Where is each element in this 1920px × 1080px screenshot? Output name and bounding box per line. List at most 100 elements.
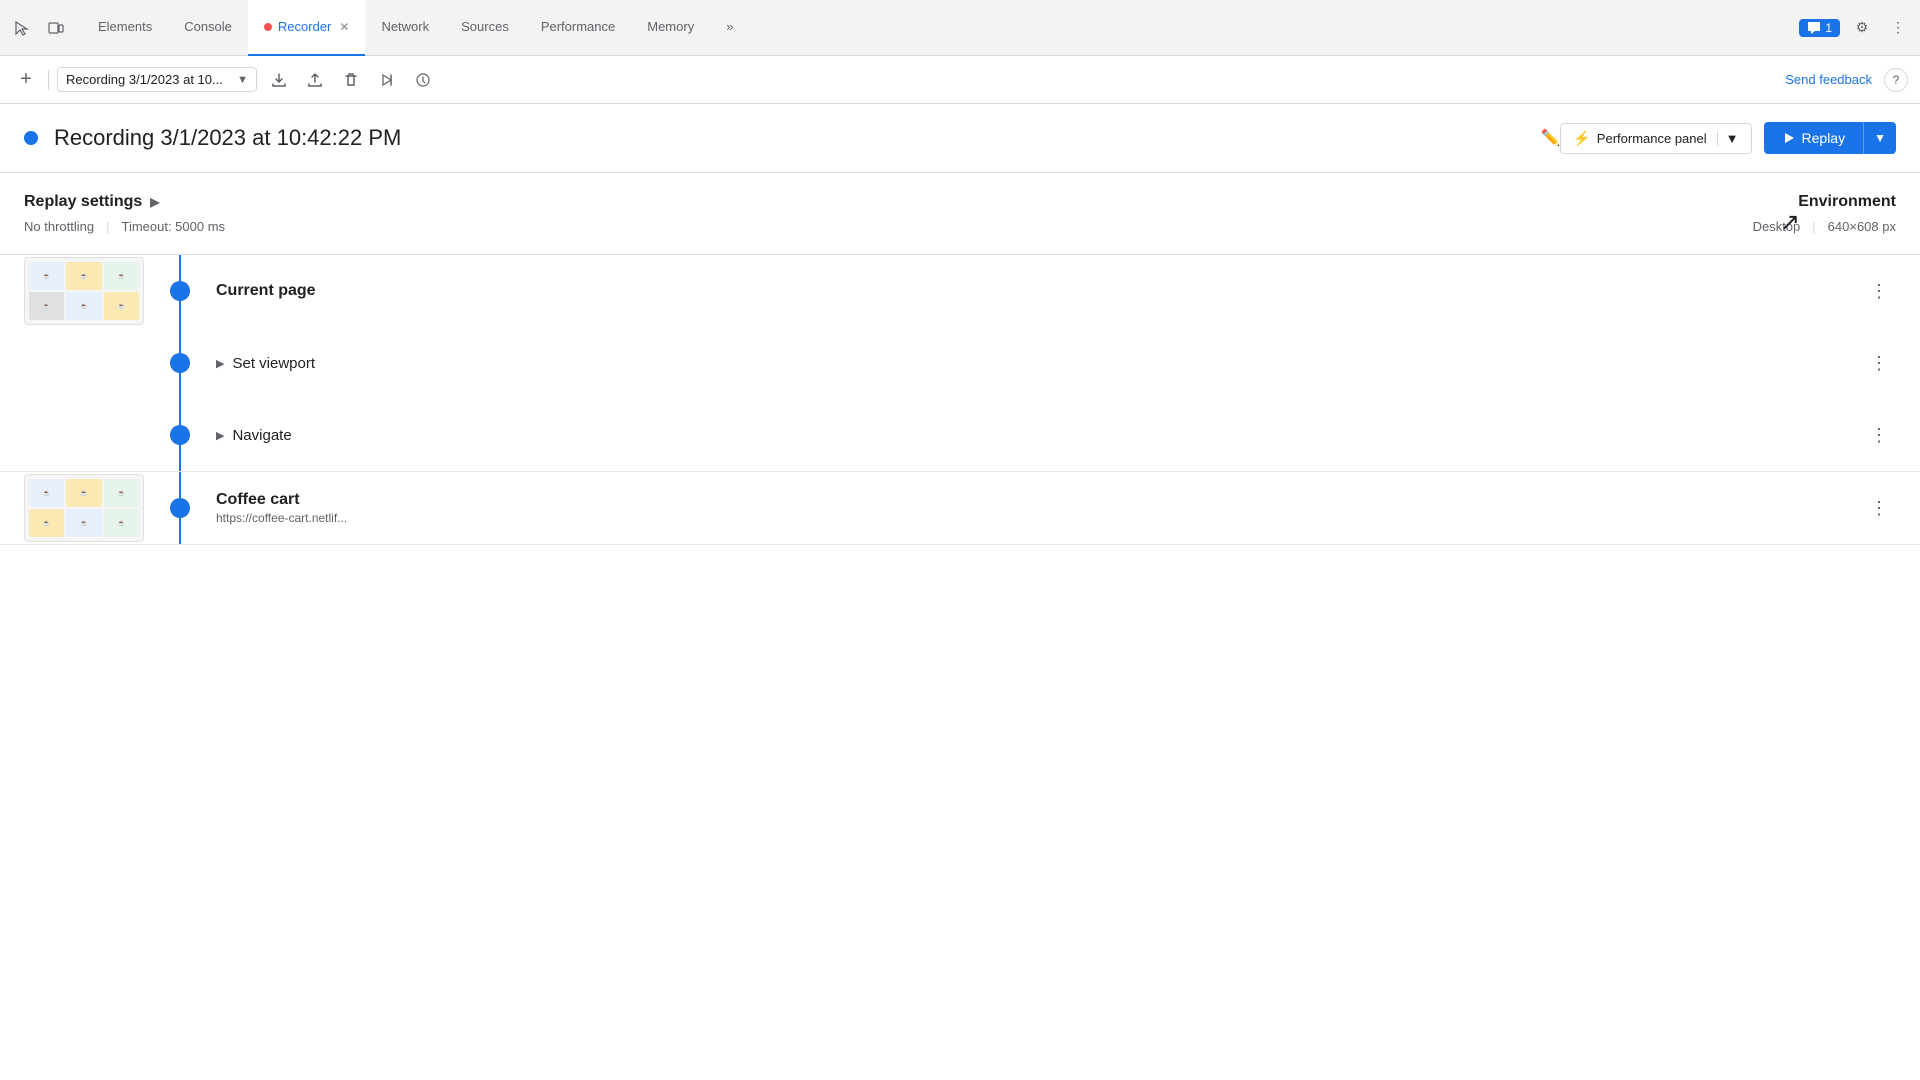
- step-line-bottom: [179, 301, 181, 327]
- step-expand-icon-set-viewport: ▶: [216, 357, 224, 370]
- replay-settings-right: Environment Desktop | 640×608 px: [1753, 193, 1896, 234]
- steps-area: ☕ ☕ ☕ ☕ ☕ ☕ Current page ⋮: [0, 255, 1920, 979]
- step-group-menu-current-page[interactable]: ⋮: [1862, 277, 1896, 306]
- replay-main-btn[interactable]: Replay: [1764, 122, 1864, 154]
- step-expand-icon-navigate: ▶: [216, 429, 224, 442]
- new-recording-btn[interactable]: +: [12, 66, 40, 94]
- tab-memory[interactable]: Memory: [631, 0, 710, 56]
- play-btn[interactable]: [373, 66, 401, 94]
- more-options-btn[interactable]: ⋮: [1884, 14, 1912, 42]
- settings-gear-btn[interactable]: ⚙: [1848, 14, 1876, 42]
- thumb-cell: ☕: [66, 262, 101, 290]
- thumb-cell: ☕: [104, 509, 139, 537]
- resolution-value: 640×608 px: [1828, 219, 1896, 234]
- send-feedback-link[interactable]: Send feedback: [1785, 72, 1872, 87]
- performance-panel-chevron-icon: ▼: [1717, 131, 1739, 146]
- step-dot-set-viewport: [170, 353, 190, 373]
- replay-settings-left: Replay settings ▶ No throttling | Timeou…: [24, 193, 225, 234]
- throttling-value: No throttling: [24, 219, 94, 234]
- device-toggle-btn[interactable]: [42, 14, 70, 42]
- tab-more[interactable]: »: [710, 0, 749, 56]
- step-group-info-coffee-cart: Coffee cart https://coffee-cart.netlif..…: [216, 491, 1862, 525]
- env-divider: |: [1812, 219, 1815, 234]
- performance-panel-icon: ⚡: [1573, 130, 1590, 147]
- thumb-cell: ☕: [104, 262, 139, 290]
- toolbar-right: Send feedback ?: [1785, 68, 1908, 92]
- thumb-cell: ☕: [29, 262, 64, 290]
- step-dot-current-page: [170, 281, 190, 301]
- recording-selector[interactable]: Recording 3/1/2023 at 10... ▼: [57, 67, 257, 92]
- performance-panel-btn[interactable]: ⚡ Performance panel ▼: [1560, 123, 1751, 154]
- step-dot-coffee-cart: [170, 498, 190, 518]
- thumb-cell: ☕: [66, 292, 101, 320]
- tab-console[interactable]: Console: [168, 0, 248, 56]
- environment-details: Desktop | 640×608 px: [1753, 219, 1896, 234]
- step-line-bottom: [179, 518, 181, 544]
- replay-settings-title[interactable]: Replay settings ▶: [24, 193, 225, 211]
- step-group-title-current-page: Current page: [216, 282, 1862, 300]
- tab-close-btn[interactable]: ✕: [339, 20, 349, 34]
- edit-title-icon[interactable]: ✏️: [1540, 128, 1560, 148]
- step-connector-navigate: [160, 399, 200, 471]
- step-item-set-viewport: ▶ Set viewport ⋮: [0, 327, 1920, 399]
- environment-title: Environment: [1753, 193, 1896, 211]
- import-btn[interactable]: [301, 66, 329, 94]
- replay-btn-group: Replay ▼: [1764, 122, 1896, 154]
- step-connector-coffee-cart: [160, 472, 200, 544]
- replay-settings-details: No throttling | Timeout: 5000 ms: [24, 219, 225, 234]
- device-value: Desktop: [1753, 219, 1801, 234]
- thumb-cell: ☕: [104, 292, 139, 320]
- tab-sources[interactable]: Sources: [445, 0, 525, 56]
- step-item-navigate: ▶ Navigate ⋮: [0, 399, 1920, 471]
- tab-bar: Elements Console Recorder ✕ Network Sour…: [0, 0, 1920, 56]
- cursor-icon-btn[interactable]: [8, 14, 36, 42]
- replay-settings-expand-icon: ▶: [150, 195, 159, 209]
- export-btn[interactable]: [265, 66, 293, 94]
- thumb-cell: ☕: [29, 479, 64, 507]
- recording-header: Recording 3/1/2023 at 10:42:22 PM ✏️ ⚡ P…: [0, 104, 1920, 173]
- thumb-cell: ☕: [29, 292, 64, 320]
- step-connector-set-viewport: [160, 327, 200, 399]
- step-line-bottom: [179, 373, 181, 399]
- step-connector-current-page: [160, 255, 200, 327]
- tab-recorder[interactable]: Recorder ✕: [248, 0, 366, 56]
- slow-replay-btn[interactable]: [409, 66, 437, 94]
- comment-badge-btn[interactable]: 1: [1799, 19, 1840, 37]
- thumb-cell: ☕: [66, 509, 101, 537]
- tab-network[interactable]: Network: [365, 0, 445, 56]
- settings-divider: |: [106, 219, 109, 234]
- step-menu-set-viewport[interactable]: ⋮: [1862, 349, 1896, 378]
- step-title-navigate[interactable]: ▶ Navigate: [216, 427, 1862, 444]
- replay-settings-section: Replay settings ▶ No throttling | Timeou…: [0, 173, 1920, 255]
- tab-bar-icons: [8, 14, 70, 42]
- thumb-cell: ☕: [66, 479, 101, 507]
- thumb-cell: ☕: [104, 479, 139, 507]
- recording-header-actions: ⚡ Performance panel ▼ Replay ▼: [1560, 122, 1896, 154]
- step-line-top: [179, 472, 181, 498]
- help-btn[interactable]: ?: [1884, 68, 1908, 92]
- step-line-top: [179, 327, 181, 353]
- step-menu-navigate[interactable]: ⋮: [1862, 421, 1896, 450]
- step-group-subtitle-coffee-cart: https://coffee-cart.netlif...: [216, 511, 1862, 525]
- toolbar-divider: [48, 70, 49, 90]
- step-line-top: [179, 399, 181, 425]
- step-group-menu-coffee-cart[interactable]: ⋮: [1862, 494, 1896, 523]
- tab-performance[interactable]: Performance: [525, 0, 631, 56]
- step-title-set-viewport[interactable]: ▶ Set viewport: [216, 355, 1862, 372]
- step-group-header-coffee-cart: ☕ ☕ ☕ ☕ ☕ ☕ Coffee cart https://coffee: [0, 472, 1920, 544]
- step-group-current-page: ☕ ☕ ☕ ☕ ☕ ☕ Current page ⋮: [0, 255, 1920, 472]
- step-group-header-current-page: ☕ ☕ ☕ ☕ ☕ ☕ Current page ⋮: [0, 255, 1920, 327]
- tab-bar-right: 1 ⚙ ⋮: [1799, 14, 1912, 42]
- replay-dropdown-btn[interactable]: ▼: [1863, 122, 1896, 154]
- step-dot-navigate: [170, 425, 190, 445]
- tab-elements[interactable]: Elements: [82, 0, 168, 56]
- step-group-thumbnail-coffee-cart: ☕ ☕ ☕ ☕ ☕ ☕: [24, 474, 144, 542]
- step-group-thumbnail-current-page: ☕ ☕ ☕ ☕ ☕ ☕: [24, 257, 144, 325]
- thumb-cell: ☕: [29, 509, 64, 537]
- recording-selector-chevron-icon: ▼: [237, 74, 248, 86]
- recording-title: Recording 3/1/2023 at 10:42:22 PM: [54, 125, 1528, 151]
- delete-btn[interactable]: [337, 66, 365, 94]
- main-content: Recording 3/1/2023 at 10:42:22 PM ✏️ ⚡ P…: [0, 104, 1920, 1080]
- recording-indicator-dot: [264, 23, 272, 31]
- step-group-title-coffee-cart: Coffee cart: [216, 491, 1862, 509]
